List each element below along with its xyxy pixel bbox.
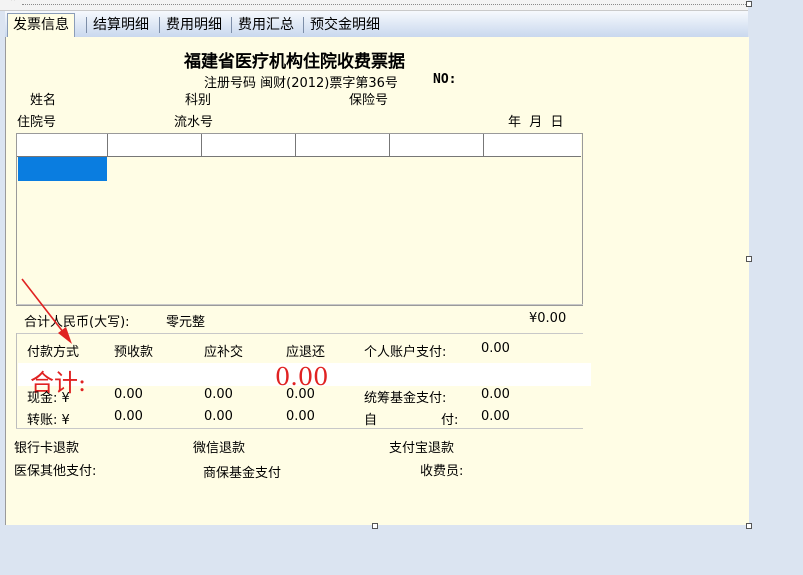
resize-handle[interactable] — [372, 523, 378, 529]
resize-handle[interactable] — [746, 256, 752, 262]
resize-handle[interactable] — [746, 523, 752, 529]
annotation-arrow-icon — [21, 278, 72, 344]
resize-handle[interactable] — [746, 1, 752, 7]
